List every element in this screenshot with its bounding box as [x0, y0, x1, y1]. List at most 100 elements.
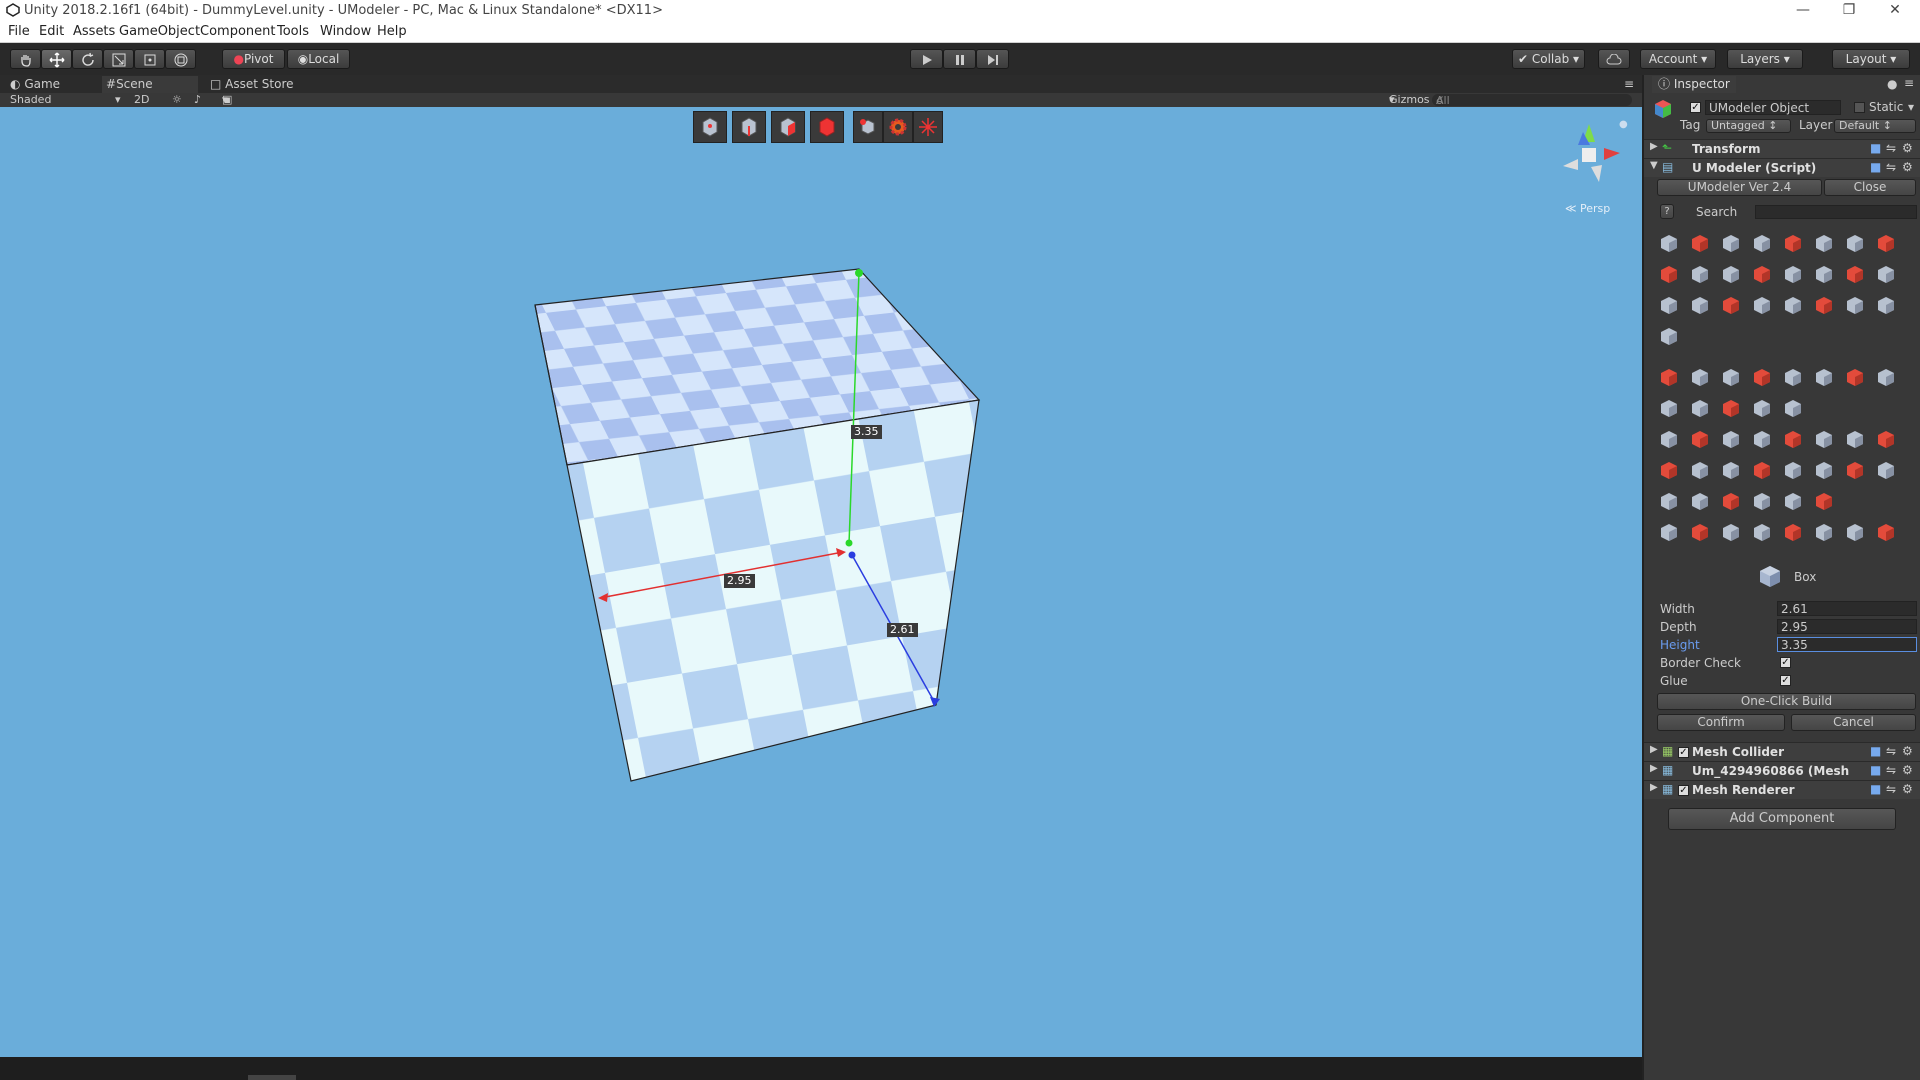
umodeler-tool-icon[interactable]: [1873, 519, 1899, 545]
umodeler-tool-icon[interactable]: [1780, 364, 1806, 390]
umodeler-tool-icon[interactable]: [1687, 519, 1713, 545]
mesh-filter-help-icon[interactable]: ■: [1870, 763, 1881, 777]
rotate-tool-button[interactable]: [72, 49, 103, 69]
umodeler-tool-icon[interactable]: [1718, 519, 1744, 545]
face-mode-button[interactable]: [771, 111, 805, 143]
move-tool-button[interactable]: [41, 49, 72, 69]
object-mode-button[interactable]: [810, 111, 844, 143]
minimize-button[interactable]: —: [1780, 0, 1826, 22]
edge-mode-button[interactable]: [732, 111, 766, 143]
script-gear-icon[interactable]: ⚙: [1902, 160, 1913, 174]
effects-toggle[interactable]: ▣ ▾: [222, 93, 232, 107]
inspector-menu-icon[interactable]: ≡: [1904, 76, 1914, 90]
umodeler-tool-icon[interactable]: [1749, 457, 1775, 483]
play-button[interactable]: [910, 49, 943, 69]
step-button[interactable]: [976, 49, 1009, 69]
umodeler-tool-icon[interactable]: [1718, 230, 1744, 256]
umodeler-tool-icon[interactable]: [1718, 488, 1744, 514]
umodeler-tool-icon[interactable]: [1811, 519, 1837, 545]
umodeler-tool-icon[interactable]: [1749, 519, 1775, 545]
umodeler-tool-icon[interactable]: [1811, 457, 1837, 483]
umodeler-tool-icon[interactable]: [1656, 426, 1682, 452]
menu-edit[interactable]: Edit: [39, 24, 64, 39]
box-select-button[interactable]: [853, 111, 883, 143]
umodeler-tool-icon[interactable]: [1780, 519, 1806, 545]
umodeler-tool-icon[interactable]: [1780, 457, 1806, 483]
tool-search-input[interactable]: [1755, 205, 1917, 219]
settings-gear-button[interactable]: [883, 111, 913, 143]
umodeler-tool-icon[interactable]: [1718, 395, 1744, 421]
menu-assets[interactable]: Assets: [73, 24, 115, 39]
transform-header[interactable]: ▶ ⬑ Transform ■ ⇋ ⚙: [1644, 139, 1920, 158]
orientation-gizmo[interactable]: [1563, 124, 1620, 182]
umodeler-tool-icon[interactable]: [1873, 230, 1899, 256]
rect-tool-button[interactable]: [134, 49, 165, 69]
umodeler-tool-icon[interactable]: [1687, 230, 1713, 256]
umodeler-tool-icon[interactable]: [1842, 364, 1868, 390]
component-gear-icon[interactable]: ⚙: [1902, 141, 1913, 155]
umodeler-tool-icon[interactable]: [1842, 457, 1868, 483]
umodeler-tool-icon[interactable]: [1780, 292, 1806, 318]
umodeler-tool-icon[interactable]: [1780, 230, 1806, 256]
mesh-filter-header[interactable]: ▶ ▦ Um_4294960866 (Mesh ■ ⇋ ⚙: [1644, 761, 1920, 780]
umodeler-tool-icon[interactable]: [1656, 519, 1682, 545]
height-field[interactable]: 3.35: [1777, 637, 1917, 652]
mesh-renderer-preset-icon[interactable]: ⇋: [1886, 782, 1896, 796]
object-name-field[interactable]: UModeler Object: [1705, 100, 1841, 115]
umodeler-tool-icon[interactable]: [1873, 364, 1899, 390]
tab-scene[interactable]: #Scene: [102, 76, 198, 93]
collab-dropdown[interactable]: ✔ Collab ▾: [1512, 49, 1585, 69]
mesh-renderer-enabled-checkbox[interactable]: ✓: [1678, 785, 1689, 796]
umodeler-tool-icon[interactable]: [1687, 457, 1713, 483]
close-window-button[interactable]: ✕: [1872, 0, 1918, 22]
depth-field[interactable]: 2.95: [1777, 619, 1917, 634]
gizmos-dropdown[interactable]: Gizmos ▾: [1389, 93, 1430, 107]
glue-checkbox[interactable]: ✓: [1780, 675, 1791, 686]
persp-label[interactable]: ≪ Persp: [1565, 202, 1610, 215]
umodeler-tool-icon[interactable]: [1842, 261, 1868, 287]
umodeler-tool-icon[interactable]: [1780, 395, 1806, 421]
add-component-button[interactable]: Add Component: [1668, 808, 1896, 830]
layer-dropdown[interactable]: Default ↕: [1834, 119, 1916, 133]
object-active-checkbox[interactable]: ✓: [1690, 102, 1701, 113]
height-axis-base-handle[interactable]: [845, 539, 853, 547]
umodeler-tool-icon[interactable]: [1842, 426, 1868, 452]
mesh-collider-preset-icon[interactable]: ⇋: [1886, 744, 1896, 758]
preset-icon[interactable]: ⇋: [1886, 141, 1896, 155]
height-axis-end-handle[interactable]: [855, 269, 863, 277]
umodeler-tool-icon[interactable]: [1749, 426, 1775, 452]
umodeler-script-header[interactable]: ▼ ▤ U Modeler (Script) ■ ⇋ ⚙: [1644, 158, 1920, 177]
layers-dropdown[interactable]: Layers ▾: [1727, 49, 1803, 69]
mesh-renderer-help-icon[interactable]: ■: [1870, 782, 1881, 796]
umodeler-tool-icon[interactable]: [1811, 261, 1837, 287]
mesh-collider-help-icon[interactable]: ■: [1870, 744, 1881, 758]
width-axis-base-handle[interactable]: [848, 551, 856, 559]
account-dropdown[interactable]: Account ▾: [1640, 49, 1716, 69]
umodeler-tool-icon[interactable]: [1780, 426, 1806, 452]
umodeler-tool-icon[interactable]: [1656, 292, 1682, 318]
tag-dropdown[interactable]: Untagged ↕: [1706, 119, 1791, 133]
vertex-mode-button[interactable]: [693, 111, 727, 143]
umodeler-tool-icon[interactable]: [1811, 230, 1837, 256]
version-button[interactable]: UModeler Ver 2.4: [1657, 179, 1822, 196]
gizmo-center-cube[interactable]: [1582, 148, 1596, 162]
close-umodeler-button[interactable]: Close: [1824, 179, 1916, 196]
help-book-icon[interactable]: ■: [1870, 141, 1881, 155]
cancel-button[interactable]: Cancel: [1791, 714, 1916, 731]
umodeler-tool-icon[interactable]: [1656, 364, 1682, 390]
mesh-collider-enabled-checkbox[interactable]: ✓: [1678, 747, 1689, 758]
mesh-renderer-header[interactable]: ▶ ▦ ✓ Mesh Renderer ■ ⇋ ⚙: [1644, 780, 1920, 799]
umodeler-tool-icon[interactable]: [1718, 261, 1744, 287]
umodeler-tool-icon[interactable]: [1811, 488, 1837, 514]
umodeler-tool-icon[interactable]: [1873, 457, 1899, 483]
cloud-button[interactable]: [1598, 49, 1630, 69]
menu-component[interactable]: Component: [200, 24, 275, 39]
transform-tool-button[interactable]: [165, 49, 196, 69]
umodeler-tool-icon[interactable]: [1687, 426, 1713, 452]
border-check-checkbox[interactable]: ✓: [1780, 657, 1791, 668]
umodeler-tool-icon[interactable]: [1842, 519, 1868, 545]
umodeler-tool-icon[interactable]: [1749, 292, 1775, 318]
one-click-build-button[interactable]: One-Click Build: [1657, 693, 1916, 710]
umodeler-tool-icon[interactable]: [1842, 230, 1868, 256]
layout-dropdown[interactable]: Layout ▾: [1832, 49, 1910, 69]
